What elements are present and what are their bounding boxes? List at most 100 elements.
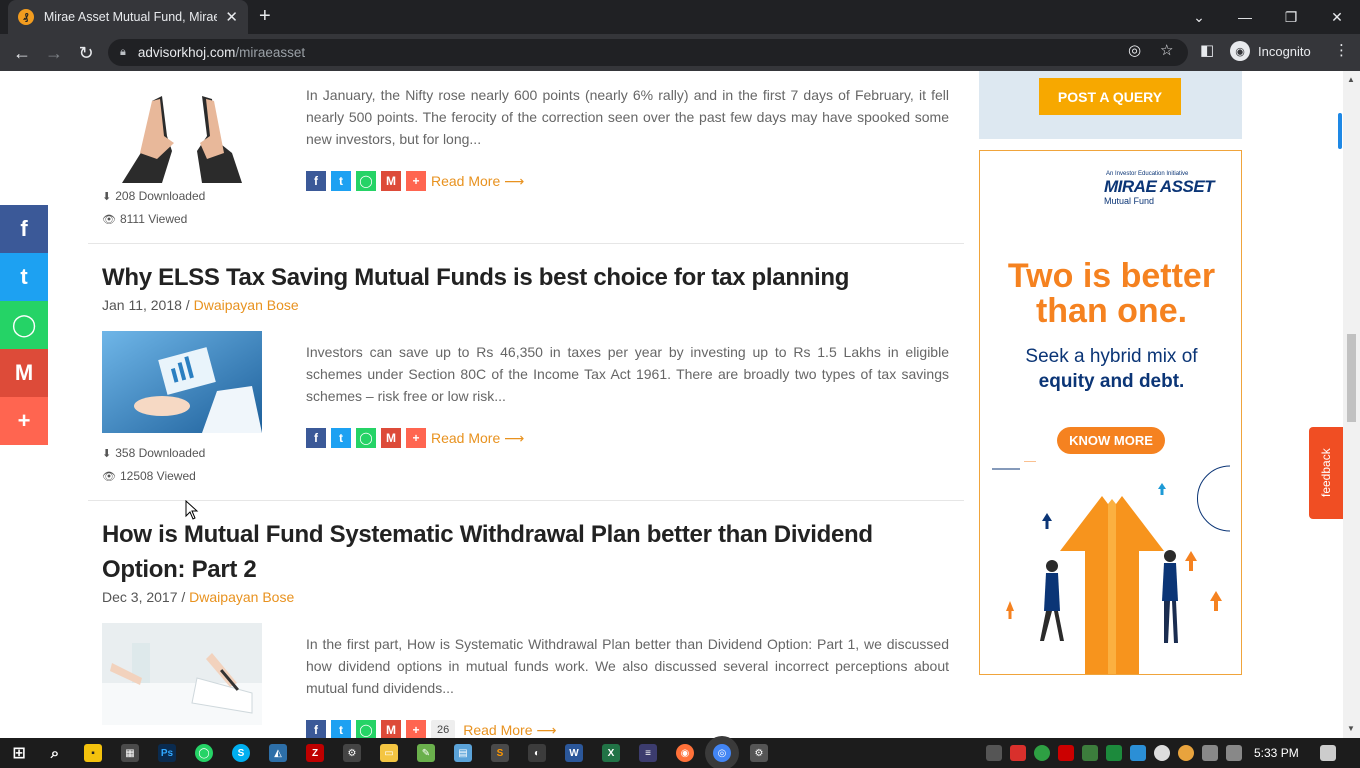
whatsapp-share-icon[interactable]: ◯ [356,171,376,191]
onedrive-icon[interactable] [1154,745,1170,761]
eye-icon: 👁︎ [102,470,116,483]
read-more-link[interactable]: Read More ⟶ [463,722,556,739]
gmail-share-icon[interactable]: M [381,428,401,448]
whatsapp-share-icon[interactable]: ◯ [356,720,376,738]
ad-headline-line2: than one. [1035,292,1188,330]
gmail-share-icon[interactable]: M [381,720,401,738]
forward-icon[interactable]: → [42,41,66,65]
article-title[interactable]: Why ELSS Tax Saving Mutual Funds is best… [102,260,942,295]
download-icon: ⬇ [102,447,112,460]
feedback-tab[interactable]: feedback [1309,427,1343,519]
eye-icon: 👁︎ [102,213,116,226]
calculator-icon[interactable]: ▦ [121,744,139,762]
view-count: 👁︎ 8111 Viewed [102,212,187,226]
facebook-share-icon[interactable]: f [306,428,326,448]
article-meta: Dec 3, 2017 / Dwaipayan Bose [102,589,294,605]
tray-anydesk-icon[interactable] [1010,745,1026,761]
gmail-share-icon[interactable]: M [381,171,401,191]
tray-tool-icon[interactable] [1082,745,1098,761]
restore-button[interactable]: ❐ [1268,0,1314,34]
more-share-icon[interactable]: + [406,428,426,448]
tab-close-icon[interactable]: ✕ [225,8,238,26]
bookmark-star-icon[interactable]: ☆ [1160,41,1173,59]
scroll-thumb[interactable] [1347,334,1356,422]
sql-tool-icon[interactable]: ◭ [269,744,287,762]
gmail-share-icon[interactable]: M [0,349,48,397]
file-explorer-icon[interactable]: ▭ [380,744,398,762]
new-tab-button[interactable]: + [259,6,271,26]
volume-icon[interactable] [1226,745,1242,761]
twitter-share-icon[interactable]: t [331,720,351,738]
more-share-icon[interactable]: + [406,720,426,738]
settings-app-icon[interactable]: ⚙ [750,744,768,762]
tracking-blocked-icon[interactable]: ◎ [1128,41,1141,59]
know-more-button[interactable]: KNOW MORE [1057,427,1165,454]
close-window-button[interactable]: ✕ [1314,0,1360,34]
more-share-icon[interactable]: + [406,171,426,191]
whatsapp-app-icon[interactable]: ◯ [195,744,213,762]
article-thumbnail[interactable] [102,81,262,183]
tray-app2-icon[interactable] [1178,745,1194,761]
chrome-icon[interactable]: ◎ [713,744,731,762]
author-link[interactable]: Dwaipayan Bose [194,297,299,313]
page-scrollbar[interactable]: ▲ ▼ [1343,71,1360,738]
read-more-link[interactable]: Read More ⟶ [431,173,524,190]
article-date: Dec 3, 2017 [102,589,178,605]
notepad-plus-icon[interactable]: ✎ [417,744,435,762]
mirae-asset-ad[interactable]: An Investor Education Initiative MIRAE A… [979,150,1242,675]
download-count: ⬇ 358 Downloaded [102,446,205,460]
sticky-notes-icon[interactable]: ▪ [84,744,102,762]
tray-network-icon[interactable] [1130,745,1146,761]
address-bar[interactable]: 🔒︎ advisorkhoj.com/miraeasset [108,39,1188,66]
menu-kebab-icon[interactable]: ⋮ [1334,41,1349,59]
facebook-share-icon[interactable]: f [306,171,326,191]
taskbar-clock[interactable]: 5:33 PM [1254,746,1299,760]
tray-acrobat-icon[interactable] [1058,745,1074,761]
article-thumbnail[interactable] [102,623,262,725]
ad-subheadline: Seek a hybrid mix of equity and debt. [980,344,1241,394]
filezilla-icon[interactable]: Z [306,744,324,762]
scroll-down-icon[interactable]: ▼ [1347,724,1355,733]
app-icon[interactable]: ≡ [639,744,657,762]
photoshop-icon[interactable]: Ps [158,744,176,762]
tray-monitor-icon[interactable] [1106,745,1122,761]
search-icon[interactable]: ⌕ [46,744,64,762]
browser-tab[interactable]: ₰ Mirae Asset Mutual Fund, Mirae A ✕ [8,0,248,34]
back-icon[interactable]: ← [10,41,34,65]
floating-share-bar: f t ◯ M + [0,205,48,445]
utility-tool-icon[interactable]: ⚙ [343,744,361,762]
word-icon[interactable]: W [565,744,583,762]
twitter-share-icon[interactable]: t [331,428,351,448]
minimize-button[interactable]: — [1222,0,1268,34]
post-query-button[interactable]: POST A QUERY [1039,78,1181,115]
article-thumbnail[interactable] [102,331,262,433]
reload-icon[interactable]: ↻ [74,41,98,65]
notepad-icon[interactable]: ▤ [454,744,472,762]
scroll-up-icon[interactable]: ▲ [1347,75,1355,84]
read-more-link[interactable]: Read More ⟶ [431,430,524,447]
twitter-share-icon[interactable]: t [331,171,351,191]
incognito-indicator[interactable]: ◉ Incognito [1230,41,1311,61]
side-panel-icon[interactable]: ◧ [1200,41,1214,59]
excel-icon[interactable]: X [602,744,620,762]
tray-app-icon[interactable] [986,745,1002,761]
whatsapp-share-icon[interactable]: ◯ [0,301,48,349]
wifi-icon[interactable] [1202,745,1218,761]
article-title[interactable]: How is Mutual Fund Systematic Withdrawal… [102,517,942,587]
skype-icon[interactable]: S [232,744,250,762]
more-share-icon[interactable]: + [0,397,48,445]
notifications-icon[interactable] [1320,745,1336,761]
mirae-asset-logo: MIRAE ASSET [1104,177,1215,196]
firefox-icon[interactable]: ◉ [676,744,694,762]
windows-start-icon[interactable]: ⊞ [10,744,28,762]
whatsapp-share-icon[interactable]: ◯ [356,428,376,448]
twitter-share-icon[interactable]: t [0,253,48,301]
tray-check-icon[interactable] [1034,745,1050,761]
facebook-share-icon[interactable]: f [306,720,326,738]
paint-icon[interactable]: ◐ [528,744,546,762]
author-link[interactable]: Dwaipayan Bose [189,589,294,605]
tab-search-icon[interactable]: ⌄ [1176,0,1222,34]
facebook-share-icon[interactable]: f [0,205,48,253]
article-excerpt: In the first part, How is Systematic Wit… [306,636,949,696]
sublime-text-icon[interactable]: S [491,744,509,762]
